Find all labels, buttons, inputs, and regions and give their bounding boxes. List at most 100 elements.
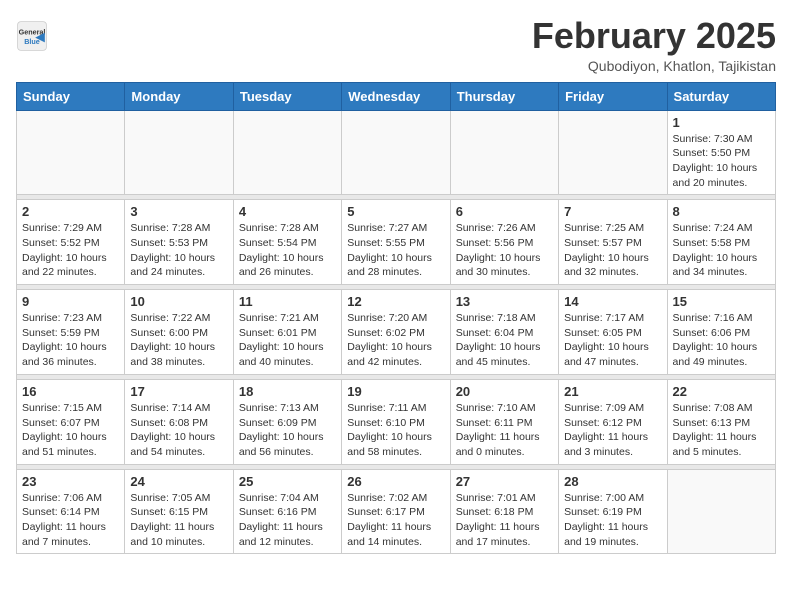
day-number: 3 xyxy=(130,204,227,219)
day-info: Sunrise: 7:11 AM Sunset: 6:10 PM Dayligh… xyxy=(347,401,444,460)
col-tuesday: Tuesday xyxy=(233,82,341,110)
col-saturday: Saturday xyxy=(667,82,775,110)
day-number: 14 xyxy=(564,294,661,309)
day-info: Sunrise: 7:10 AM Sunset: 6:11 PM Dayligh… xyxy=(456,401,553,460)
calendar-cell: 25Sunrise: 7:04 AM Sunset: 6:16 PM Dayli… xyxy=(233,469,341,554)
day-info: Sunrise: 7:29 AM Sunset: 5:52 PM Dayligh… xyxy=(22,221,119,280)
day-number: 27 xyxy=(456,474,553,489)
calendar-title: February 2025 xyxy=(532,16,776,56)
calendar-cell: 5 Sunrise: 7:27 AM Sunset: 5:55 PM Daylig… xyxy=(342,200,450,285)
calendar-cell xyxy=(450,110,558,195)
day-number: 17 xyxy=(130,384,227,399)
col-friday: Friday xyxy=(559,82,667,110)
calendar-cell: 6Sunrise: 7:26 AM Sunset: 5:56 PM Daylig… xyxy=(450,200,558,285)
col-sunday: Sunday xyxy=(17,82,125,110)
day-number: 11 xyxy=(239,294,336,309)
week-row-2: 2 Sunrise: 7:29 AM Sunset: 5:52 PM Daylig… xyxy=(17,200,776,285)
day-info: Sunrise: 7:01 AM Sunset: 6:18 PM Dayligh… xyxy=(456,491,553,550)
calendar-cell: 24 Sunrise: 7:05 AM Sunset: 6:15 PM Dayli… xyxy=(125,469,233,554)
calendar-cell: 11Sunrise: 7:21 AM Sunset: 6:01 PM Dayli… xyxy=(233,290,341,375)
day-info: Sunrise: 7:13 AM Sunset: 6:09 PM Dayligh… xyxy=(239,401,336,460)
week-row-3: 9 Sunrise: 7:23 AM Sunset: 5:59 PM Daylig… xyxy=(17,290,776,375)
day-number: 4 xyxy=(239,204,336,219)
day-number: 22 xyxy=(673,384,770,399)
day-number: 21 xyxy=(564,384,661,399)
day-info: Sunrise: 7:17 AM Sunset: 6:05 PM Dayligh… xyxy=(564,311,661,370)
calendar-cell: 2 Sunrise: 7:29 AM Sunset: 5:52 PM Daylig… xyxy=(17,200,125,285)
day-info: Sunrise: 7:09 AM Sunset: 6:12 PM Dayligh… xyxy=(564,401,661,460)
day-number: 10 xyxy=(130,294,227,309)
day-number: 15 xyxy=(673,294,770,309)
day-number: 6 xyxy=(456,204,553,219)
calendar-cell: 28 Sunrise: 7:00 AM Sunset: 6:19 PM Dayli… xyxy=(559,469,667,554)
logo: General Blue xyxy=(16,20,52,52)
calendar-cell: 18 Sunrise: 7:13 AM Sunset: 6:09 PM Dayli… xyxy=(233,379,341,464)
calendar-cell xyxy=(233,110,341,195)
day-number: 28 xyxy=(564,474,661,489)
week-row-5: 23 Sunrise: 7:06 AM Sunset: 6:14 PM Dayli… xyxy=(17,469,776,554)
day-number: 9 xyxy=(22,294,119,309)
svg-text:Blue: Blue xyxy=(24,37,40,46)
day-info: Sunrise: 7:00 AM Sunset: 6:19 PM Dayligh… xyxy=(564,491,661,550)
calendar-cell xyxy=(125,110,233,195)
day-number: 23 xyxy=(22,474,119,489)
week-row-1: 1 Sunrise: 7:30 AM Sunset: 5:50 PM Daylig… xyxy=(17,110,776,195)
calendar-cell: 7Sunrise: 7:25 AM Sunset: 5:57 PM Daylig… xyxy=(559,200,667,285)
day-info: Sunrise: 7:04 AM Sunset: 6:16 PM Dayligh… xyxy=(239,491,336,550)
logo-icon: General Blue xyxy=(16,20,48,52)
calendar-table: Sunday Monday Tuesday Wednesday Thursday… xyxy=(16,82,776,555)
day-info: Sunrise: 7:06 AM Sunset: 6:14 PM Dayligh… xyxy=(22,491,119,550)
day-number: 19 xyxy=(347,384,444,399)
calendar-cell: 17 Sunrise: 7:14 AM Sunset: 6:08 PM Dayli… xyxy=(125,379,233,464)
day-number: 26 xyxy=(347,474,444,489)
week-row-4: 16 Sunrise: 7:15 AM Sunset: 6:07 PM Dayli… xyxy=(17,379,776,464)
day-number: 18 xyxy=(239,384,336,399)
day-number: 16 xyxy=(22,384,119,399)
col-thursday: Thursday xyxy=(450,82,558,110)
calendar-cell: 9 Sunrise: 7:23 AM Sunset: 5:59 PM Daylig… xyxy=(17,290,125,375)
calendar-cell: 13 Sunrise: 7:18 AM Sunset: 6:04 PM Dayli… xyxy=(450,290,558,375)
calendar-subtitle: Qubodiyon, Khatlon, Tajikistan xyxy=(532,58,776,74)
calendar-cell: 8 Sunrise: 7:24 AM Sunset: 5:58 PM Daylig… xyxy=(667,200,775,285)
calendar-cell xyxy=(667,469,775,554)
day-number: 5 xyxy=(347,204,444,219)
day-number: 8 xyxy=(673,204,770,219)
calendar-cell: 12Sunrise: 7:20 AM Sunset: 6:02 PM Dayli… xyxy=(342,290,450,375)
calendar-cell: 15 Sunrise: 7:16 AM Sunset: 6:06 PM Dayli… xyxy=(667,290,775,375)
day-number: 13 xyxy=(456,294,553,309)
calendar-header-row: Sunday Monday Tuesday Wednesday Thursday… xyxy=(17,82,776,110)
day-info: Sunrise: 7:15 AM Sunset: 6:07 PM Dayligh… xyxy=(22,401,119,460)
day-number: 1 xyxy=(673,115,770,130)
day-number: 24 xyxy=(130,474,227,489)
col-wednesday: Wednesday xyxy=(342,82,450,110)
calendar-cell: 16 Sunrise: 7:15 AM Sunset: 6:07 PM Dayli… xyxy=(17,379,125,464)
calendar-cell: 23 Sunrise: 7:06 AM Sunset: 6:14 PM Dayli… xyxy=(17,469,125,554)
day-info: Sunrise: 7:30 AM Sunset: 5:50 PM Dayligh… xyxy=(673,132,770,191)
day-info: Sunrise: 7:05 AM Sunset: 6:15 PM Dayligh… xyxy=(130,491,227,550)
title-block: February 2025 Qubodiyon, Khatlon, Tajiki… xyxy=(532,16,776,74)
calendar-cell: 22 Sunrise: 7:08 AM Sunset: 6:13 PM Dayli… xyxy=(667,379,775,464)
page-header: General Blue February 2025 Qubodiyon, Kh… xyxy=(16,16,776,74)
day-number: 20 xyxy=(456,384,553,399)
day-number: 2 xyxy=(22,204,119,219)
day-info: Sunrise: 7:08 AM Sunset: 6:13 PM Dayligh… xyxy=(673,401,770,460)
day-info: Sunrise: 7:16 AM Sunset: 6:06 PM Dayligh… xyxy=(673,311,770,370)
calendar-cell xyxy=(559,110,667,195)
calendar-cell: 26Sunrise: 7:02 AM Sunset: 6:17 PM Dayli… xyxy=(342,469,450,554)
calendar-cell: 4 Sunrise: 7:28 AM Sunset: 5:54 PM Daylig… xyxy=(233,200,341,285)
day-info: Sunrise: 7:24 AM Sunset: 5:58 PM Dayligh… xyxy=(673,221,770,280)
day-info: Sunrise: 7:18 AM Sunset: 6:04 PM Dayligh… xyxy=(456,311,553,370)
day-info: Sunrise: 7:14 AM Sunset: 6:08 PM Dayligh… xyxy=(130,401,227,460)
calendar-cell: 14 Sunrise: 7:17 AM Sunset: 6:05 PM Dayli… xyxy=(559,290,667,375)
day-info: Sunrise: 7:20 AM Sunset: 6:02 PM Dayligh… xyxy=(347,311,444,370)
calendar-cell: 10 Sunrise: 7:22 AM Sunset: 6:00 PM Dayli… xyxy=(125,290,233,375)
calendar-cell xyxy=(342,110,450,195)
day-info: Sunrise: 7:28 AM Sunset: 5:53 PM Dayligh… xyxy=(130,221,227,280)
day-info: Sunrise: 7:28 AM Sunset: 5:54 PM Dayligh… xyxy=(239,221,336,280)
day-info: Sunrise: 7:27 AM Sunset: 5:55 PM Dayligh… xyxy=(347,221,444,280)
day-number: 7 xyxy=(564,204,661,219)
day-info: Sunrise: 7:23 AM Sunset: 5:59 PM Dayligh… xyxy=(22,311,119,370)
day-info: Sunrise: 7:22 AM Sunset: 6:00 PM Dayligh… xyxy=(130,311,227,370)
calendar-cell: 1 Sunrise: 7:30 AM Sunset: 5:50 PM Daylig… xyxy=(667,110,775,195)
calendar-cell: 19 Sunrise: 7:11 AM Sunset: 6:10 PM Dayli… xyxy=(342,379,450,464)
